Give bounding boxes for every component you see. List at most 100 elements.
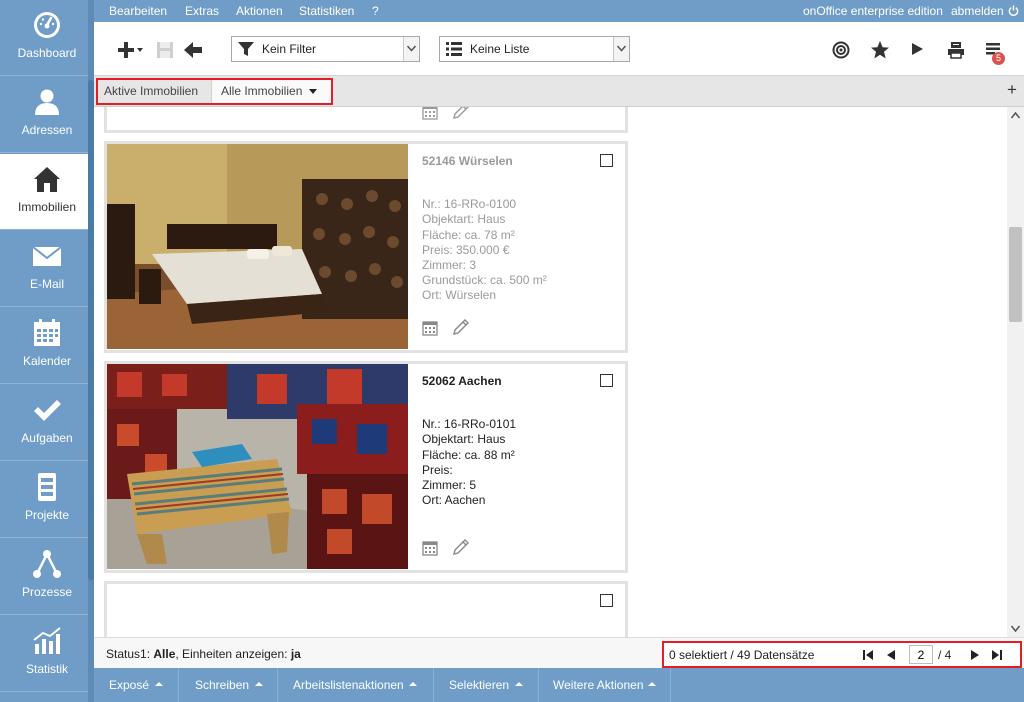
page-total: / 4 xyxy=(938,648,952,662)
previous-page-icon[interactable] xyxy=(885,649,897,661)
list-select-arrow[interactable] xyxy=(613,37,629,61)
power-icon[interactable] xyxy=(1008,5,1019,16)
action-label: Exposé xyxy=(109,678,150,692)
selektieren-menu-button[interactable]: Selektieren xyxy=(434,668,539,702)
property-card[interactable]: 52062 Aachen Nr.: 16-RRo-0101 Objektart:… xyxy=(104,361,628,573)
content-scrollbar[interactable] xyxy=(1007,107,1024,637)
action-label: Arbeitslistenaktionen xyxy=(293,678,404,692)
play-icon[interactable] xyxy=(910,42,924,56)
expose-menu-button[interactable]: Exposé xyxy=(94,668,179,702)
sidebar-item-immobilien[interactable]: Immobilien xyxy=(0,154,94,230)
last-page-icon[interactable] xyxy=(991,649,1003,661)
property-info: 52146 Würselen Nr.: 16-RRo-0100 Objektar… xyxy=(422,154,622,304)
schreiben-menu-button[interactable]: Schreiben xyxy=(179,668,278,702)
caret-up-icon xyxy=(155,682,163,686)
menu-extras[interactable]: Extras xyxy=(185,4,219,18)
content-scrollbar-thumb[interactable] xyxy=(1009,227,1022,322)
filter-select-arrow[interactable] xyxy=(403,37,419,61)
sidebar-item-prozesse[interactable]: Prozesse xyxy=(0,539,94,615)
filter-icon xyxy=(238,42,254,56)
chevron-down-icon xyxy=(407,45,416,52)
status-summary: Status1: Alle, Einheiten anzeigen: ja xyxy=(106,647,301,661)
edit-pencil-icon[interactable] xyxy=(452,538,470,556)
status1-value: Alle xyxy=(153,647,176,661)
dashboard-icon xyxy=(34,12,60,38)
menu-statistiken[interactable]: Statistiken xyxy=(299,4,354,18)
menu-bearbeiten[interactable]: Bearbeiten xyxy=(109,4,167,18)
sidebar: Dashboard Adressen Immobilien E-Mail Kal… xyxy=(0,0,94,702)
menu-aktionen[interactable]: Aktionen xyxy=(236,4,283,18)
add-tab-button[interactable]: + xyxy=(1007,80,1017,100)
sidebar-item-aufgaben[interactable]: Aufgaben xyxy=(0,385,94,461)
save-icon xyxy=(157,42,173,58)
property-info: 52062 Aachen Nr.: 16-RRo-0101 Objektart:… xyxy=(422,374,622,508)
target-icon[interactable] xyxy=(832,41,850,59)
property-select-checkbox[interactable] xyxy=(600,374,613,387)
sidebar-item-statistik[interactable]: Statistik xyxy=(0,616,94,692)
property-card xyxy=(104,107,628,133)
logout-link[interactable]: abmelden xyxy=(951,4,1004,18)
status-bar: Status1: Alle, Einheiten anzeigen: ja 0 … xyxy=(94,637,1024,668)
print-icon[interactable] xyxy=(947,41,965,59)
property-select-checkbox[interactable] xyxy=(600,154,613,167)
scroll-down-icon[interactable] xyxy=(1011,624,1020,633)
add-dropdown-caret-icon[interactable] xyxy=(137,48,143,52)
page-number-input[interactable] xyxy=(909,645,933,664)
property-field: Zimmer: 3 xyxy=(422,258,476,273)
list-icon xyxy=(446,42,462,56)
edit-pencil-icon[interactable] xyxy=(452,107,470,120)
edit-pencil-icon[interactable] xyxy=(452,318,470,336)
next-page-icon[interactable] xyxy=(969,649,981,661)
action-bar: Exposé Schreiben Arbeitslistenaktionen S… xyxy=(94,668,1024,702)
property-title[interactable]: 52146 Würselen xyxy=(422,154,622,169)
filter-select[interactable]: Kein Filter xyxy=(231,36,420,62)
sidebar-item-projekte[interactable]: Projekte xyxy=(0,462,94,538)
back-arrow-icon[interactable] xyxy=(183,40,203,60)
caret-up-icon xyxy=(255,682,263,686)
pagination: 0 selektiert / 49 Datensätze / 4 xyxy=(662,641,1022,668)
star-icon[interactable] xyxy=(870,40,890,60)
bedroom-photo xyxy=(107,144,408,349)
notification-badge[interactable]: 5 xyxy=(992,52,1005,65)
sidebar-item-label: Aufgaben xyxy=(21,431,73,445)
sidebar-item-email[interactable]: E-Mail xyxy=(0,231,94,307)
action-label: Schreiben xyxy=(195,678,250,692)
property-field: Nr.: 16-RRo-0101 xyxy=(422,417,517,432)
property-field: Objektart: Haus xyxy=(422,212,506,227)
property-field: Fläche: ca. 88 m² xyxy=(422,447,515,462)
arbeitslistenaktionen-menu-button[interactable]: Arbeitslistenaktionen xyxy=(278,668,434,702)
chevron-down-icon xyxy=(617,45,626,52)
sidebar-item-label: Projekte xyxy=(24,508,70,522)
sidebar-item-adressen[interactable]: Adressen xyxy=(0,77,94,153)
statistics-icon xyxy=(33,627,61,654)
property-select-checkbox[interactable] xyxy=(600,594,613,607)
property-title[interactable]: 52062 Aachen xyxy=(422,374,622,389)
calendar-icon[interactable] xyxy=(422,107,438,120)
units-label: , Einheiten anzeigen: xyxy=(175,647,291,661)
sidebar-item-label: Statistik xyxy=(25,662,68,676)
sidebar-item-label: Kalender xyxy=(22,354,72,368)
calendar-icon[interactable] xyxy=(422,320,438,336)
scroll-up-icon[interactable] xyxy=(1011,111,1020,120)
property-field: Zimmer: 5 xyxy=(422,478,476,493)
add-icon[interactable] xyxy=(116,40,136,60)
checkmark-icon xyxy=(34,400,61,421)
property-field: Fläche: ca. 78 m² xyxy=(422,227,515,242)
units-value: ja xyxy=(290,647,301,661)
weitere-aktionen-menu-button[interactable]: Weitere Aktionen xyxy=(539,668,671,702)
sidebar-item-label: Prozesse xyxy=(21,585,73,599)
tab-bar: Aktive Immobilien Alle Immobilien + xyxy=(94,76,1024,107)
property-field: Ort: Würselen xyxy=(422,288,497,303)
property-card[interactable] xyxy=(104,581,628,637)
list-select[interactable]: Keine Liste xyxy=(439,36,630,62)
calendar-icon[interactable] xyxy=(422,540,438,556)
menu-help[interactable]: ? xyxy=(372,4,379,18)
first-page-icon[interactable] xyxy=(862,649,874,661)
sidebar-item-label: E-Mail xyxy=(29,277,64,291)
sidebar-item-kalender[interactable]: Kalender xyxy=(0,308,94,384)
edition-label: onOffice enterprise edition xyxy=(803,4,943,18)
property-card[interactable]: 52146 Würselen Nr.: 16-RRo-0100 Objektar… xyxy=(104,141,628,353)
caret-up-icon xyxy=(515,682,523,686)
sidebar-item-dashboard[interactable]: Dashboard xyxy=(0,0,94,76)
list-select-value: Keine Liste xyxy=(470,42,530,56)
